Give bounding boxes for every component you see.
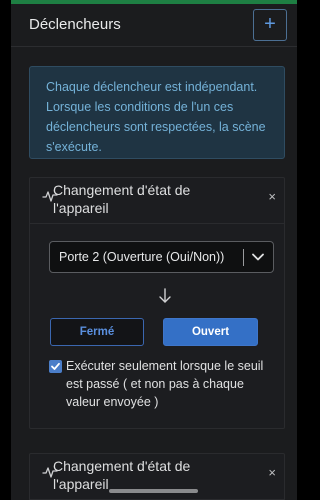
arrow-down-icon	[159, 288, 171, 303]
trigger-card-header: Changement d'état de l'appareil ×	[30, 454, 284, 500]
threshold-checkbox-label[interactable]: Exécuter seulement lorsque le seuil est …	[66, 357, 266, 411]
chevron-down-icon[interactable]	[252, 252, 264, 262]
trigger-card-header: Changement d'état de l'appareil ×	[30, 178, 284, 224]
trigger-card-title: Changement d'état de l'appareil	[53, 182, 191, 216]
close-icon[interactable]: ×	[268, 189, 276, 204]
panel-header: Déclencheurs +	[11, 4, 297, 47]
device-select[interactable]: Porte 2 (Ouverture (Oui/Non))	[49, 241, 274, 273]
state-ouvert-button[interactable]: Ouvert	[163, 318, 258, 346]
trigger-card-title: Changement d'état de l'appareil	[53, 458, 191, 492]
trigger-card: Changement d'état de l'appareil × Porte …	[29, 177, 285, 429]
select-separator	[243, 249, 244, 266]
triggers-panel: Déclencheurs + Chaque déclencheur est in…	[11, 4, 297, 500]
screen: Déclencheurs + Chaque déclencheur est in…	[0, 0, 306, 500]
panel-title: Déclencheurs	[29, 16, 121, 33]
frame-right	[297, 0, 306, 500]
close-icon[interactable]: ×	[268, 465, 276, 480]
state-ferme-button[interactable]: Fermé	[50, 318, 144, 346]
frame-left	[0, 0, 11, 500]
info-alert: Chaque déclencheur est indépendant. Lors…	[29, 66, 285, 159]
plus-icon: +	[264, 13, 276, 35]
device-select-value: Porte 2 (Ouverture (Oui/Non))	[59, 250, 225, 264]
add-trigger-button[interactable]: +	[253, 9, 287, 41]
home-indicator	[109, 489, 198, 493]
threshold-checkbox[interactable]	[49, 360, 62, 373]
checkmark-icon	[51, 362, 60, 370]
